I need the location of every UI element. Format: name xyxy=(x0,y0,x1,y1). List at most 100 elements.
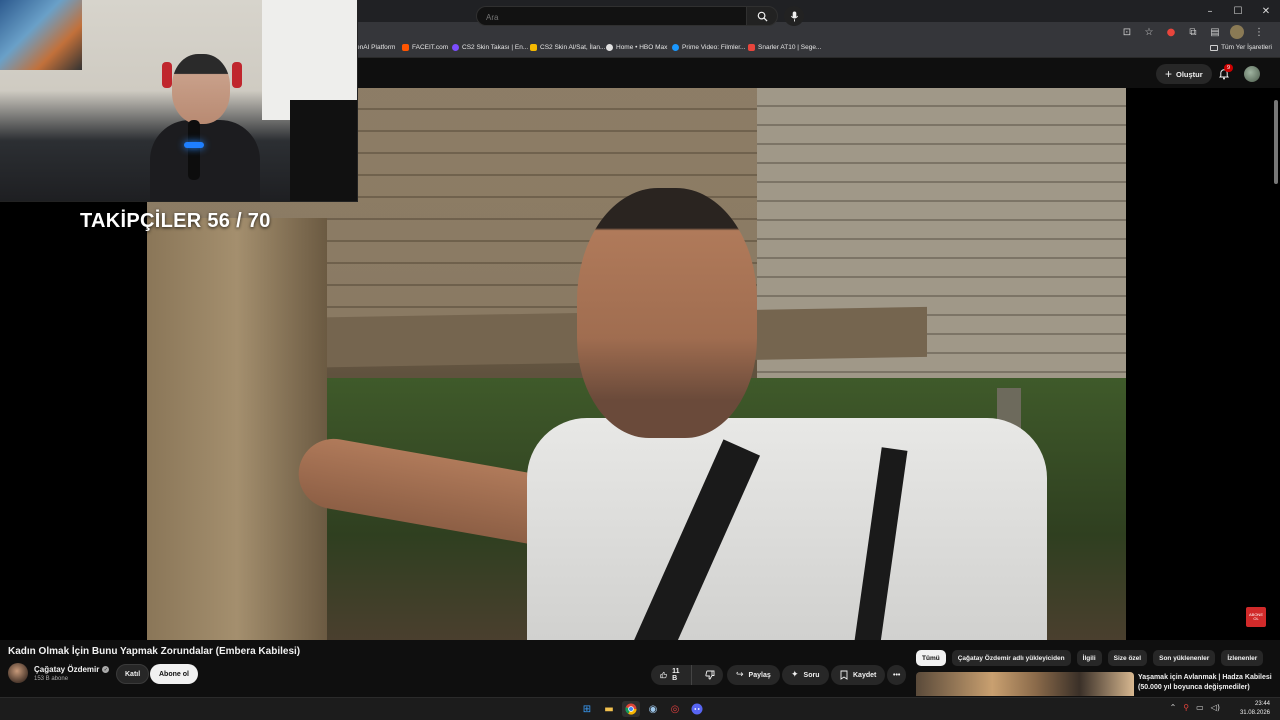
microphone xyxy=(188,120,200,180)
create-button[interactable]: + Oluştur xyxy=(1156,64,1212,84)
bookmark-cs2-takas[interactable]: CS2 Skin Takası | En... xyxy=(452,44,528,51)
share-button[interactable]: ↪ Paylaş xyxy=(727,665,780,685)
followers-goal-overlay: TAKİPÇİLER 56 / 70 xyxy=(80,210,271,232)
bookmark-enai[interactable]: enAI Platform xyxy=(356,44,395,51)
search-button[interactable] xyxy=(746,6,778,26)
minimize-button[interactable]: – xyxy=(1196,0,1224,22)
chip-from-uploader[interactable]: Çağatay Özdemir adlı yükleyiciden xyxy=(951,650,1071,666)
channel-avatar[interactable] xyxy=(8,663,28,683)
windows-start-icon[interactable]: ⊞ xyxy=(578,701,596,717)
profile-icon[interactable] xyxy=(1230,25,1244,39)
save-label: Kaydet xyxy=(853,671,877,679)
ask-label: Soru xyxy=(803,671,820,679)
prime-icon xyxy=(672,44,679,51)
chip-recent[interactable]: Son yüklenenler xyxy=(1153,650,1216,666)
channel-name-text: Çağatay Özdemir xyxy=(34,665,100,674)
subscribe-watermark[interactable]: ABONE OL xyxy=(1246,607,1266,627)
bookmark-snarler[interactable]: Snarler AT10 | Sege... xyxy=(748,44,821,51)
close-button[interactable]: ✕ xyxy=(1252,0,1280,22)
chip-watched[interactable]: İzlenenler xyxy=(1221,650,1264,666)
menu-icon[interactable]: ⋮ xyxy=(1252,25,1266,39)
search-icon xyxy=(757,11,768,22)
thumbs-down-icon xyxy=(705,670,715,680)
install-icon[interactable]: ⊡ xyxy=(1120,25,1134,39)
join-button[interactable]: Katıl xyxy=(116,664,150,684)
video-scene-person xyxy=(293,188,1047,640)
sparkle-icon: ✦ xyxy=(791,670,799,680)
account-avatar[interactable] xyxy=(1244,66,1260,82)
star-icon[interactable]: ☆ xyxy=(1142,25,1156,39)
create-label: Oluştur xyxy=(1176,69,1203,79)
headphones-right xyxy=(232,62,242,88)
bookmark-faceit[interactable]: FACEIT.com xyxy=(402,44,448,51)
system-tray: ⌃ ⚲ ▭ ◁) xyxy=(1170,703,1220,712)
folder-icon xyxy=(1210,44,1219,51)
chrome-icon[interactable] xyxy=(622,701,640,717)
extensions-icon[interactable]: ⧉ xyxy=(1186,25,1200,39)
webcam-painting xyxy=(0,0,82,70)
microphone-icon xyxy=(790,11,798,21)
taskbar-clock[interactable]: 23:44 31.08.2026 xyxy=(1240,700,1270,718)
thumbs-up-icon xyxy=(660,671,667,679)
channel-name[interactable]: Çağatay Özdemir ✓ xyxy=(34,665,110,674)
recommendation-chips: Tümü Çağatay Özdemir adlı yükleyiciden İ… xyxy=(916,650,1264,666)
bookmark-cs2-alsat[interactable]: CS2 Skin Al/Sat, İlan... xyxy=(530,44,605,51)
notification-badge: 9 xyxy=(1224,64,1233,72)
subscribe-button[interactable]: Abone ol xyxy=(150,664,198,684)
more-actions-button[interactable]: ••• xyxy=(887,665,907,685)
chip-related[interactable]: İlgili xyxy=(1076,650,1102,666)
maximize-button[interactable]: ☐ xyxy=(1224,0,1252,22)
clock-time: 23:44 xyxy=(1254,701,1270,707)
bookmark-prime[interactable]: Prime Video: Filmler... xyxy=(672,44,745,51)
extension-red-icon[interactable]: ● xyxy=(1164,25,1178,39)
chip-for-you[interactable]: Size özel xyxy=(1107,650,1148,666)
faceit-icon xyxy=(402,44,409,51)
share-icon: ↪ xyxy=(736,670,744,680)
scrollbar-thumb[interactable] xyxy=(1274,100,1278,184)
video-title: Kadın Olmak İçin Bunu Yapmak Zorundalar … xyxy=(8,646,301,657)
windows-taskbar: ⊞ ▬ ◉ ◎ ⌃ ⚲ ▭ ◁) 23:44 31.08.2026 xyxy=(0,697,1280,720)
hbo-icon xyxy=(606,44,613,51)
like-button[interactable]: 11 B xyxy=(651,665,693,685)
snarler-icon xyxy=(748,44,755,51)
verified-icon: ✓ xyxy=(102,666,110,673)
discord-icon[interactable] xyxy=(688,701,706,717)
streamer-webcam xyxy=(0,0,358,202)
like-dislike-group: 11 B xyxy=(651,665,723,685)
plus-icon: + xyxy=(1165,67,1173,81)
search-input[interactable] xyxy=(477,8,746,27)
streamer-body xyxy=(150,120,260,201)
person-head xyxy=(577,188,757,438)
recommendation-title[interactable]: Yaşamak için Avlanmak | Hadza Kabilesi (… xyxy=(1138,673,1274,693)
chip-all[interactable]: Tümü xyxy=(916,650,946,666)
window-controls: – ☐ ✕ xyxy=(1196,0,1280,22)
network-icon[interactable]: ▭ xyxy=(1196,703,1204,712)
more-icon: ••• xyxy=(893,671,901,679)
dislike-button[interactable] xyxy=(697,665,723,685)
microphone-light xyxy=(184,142,204,148)
bookmark-icon xyxy=(840,670,848,680)
webcam-monitor xyxy=(290,100,357,201)
opera-icon[interactable]: ◎ xyxy=(666,701,684,717)
clock-date: 31.08.2026 xyxy=(1239,710,1270,716)
video-scene-post xyxy=(147,218,327,640)
tray-app-icon[interactable]: ⚲ xyxy=(1183,703,1189,712)
sidepanel-icon[interactable]: ▤ xyxy=(1208,25,1222,39)
cs2-alsat-icon xyxy=(530,44,537,51)
volume-icon[interactable]: ◁) xyxy=(1211,703,1220,712)
save-button[interactable]: Kaydet xyxy=(831,665,886,685)
tray-chevron-icon[interactable]: ⌃ xyxy=(1170,703,1177,712)
voice-search-button[interactable] xyxy=(784,6,804,26)
share-label: Paylaş xyxy=(748,671,771,679)
streamer-face xyxy=(172,54,230,124)
steam-icon[interactable]: ◉ xyxy=(644,701,662,717)
cs2-takas-icon xyxy=(452,44,459,51)
bookmark-hbo[interactable]: Home • HBO Max xyxy=(606,44,667,51)
search-box xyxy=(476,6,746,27)
recommendation-thumbnail[interactable] xyxy=(916,672,1134,696)
ask-button[interactable]: ✦ Soru xyxy=(782,665,829,685)
headphones-left xyxy=(162,62,172,88)
all-bookmarks[interactable]: Tüm Yer İşaretleri xyxy=(1210,44,1272,51)
like-count: 11 B xyxy=(672,668,680,682)
file-explorer-icon[interactable]: ▬ xyxy=(600,701,618,717)
